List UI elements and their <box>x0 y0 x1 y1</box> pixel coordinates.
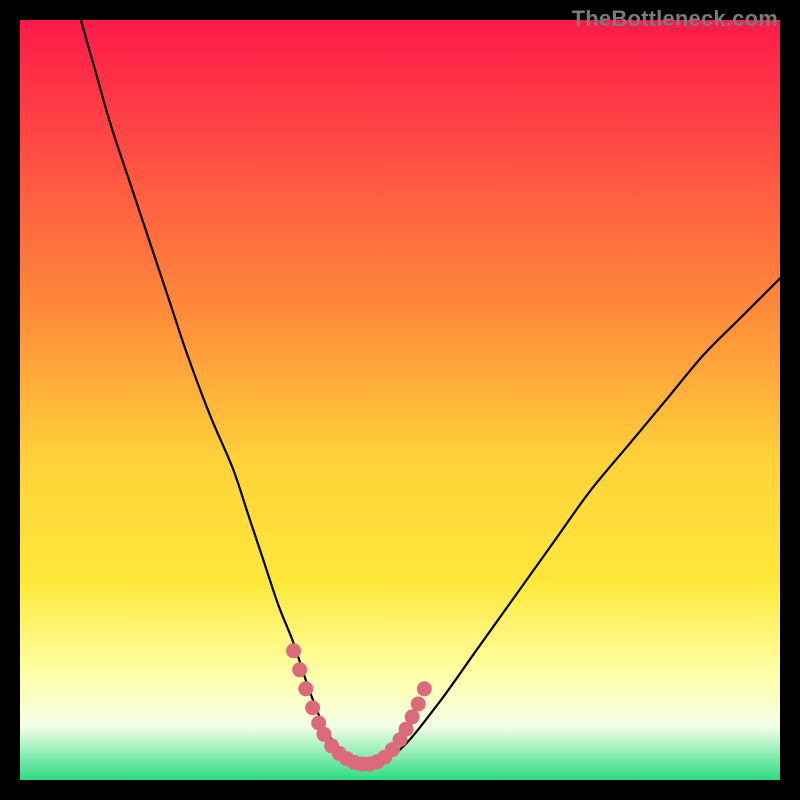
optimal-marker <box>405 709 420 724</box>
optimal-marker <box>305 700 320 715</box>
optimal-marker <box>411 697 426 712</box>
watermark-text: TheBottleneck.com <box>572 6 778 32</box>
optimal-marker <box>298 681 313 696</box>
chart-frame: TheBottleneck.com <box>0 0 800 800</box>
plot-area <box>20 20 780 780</box>
optimal-marker <box>286 643 301 658</box>
optimal-marker <box>417 681 432 696</box>
chart-svg <box>20 20 780 780</box>
optimal-marker <box>292 662 307 677</box>
